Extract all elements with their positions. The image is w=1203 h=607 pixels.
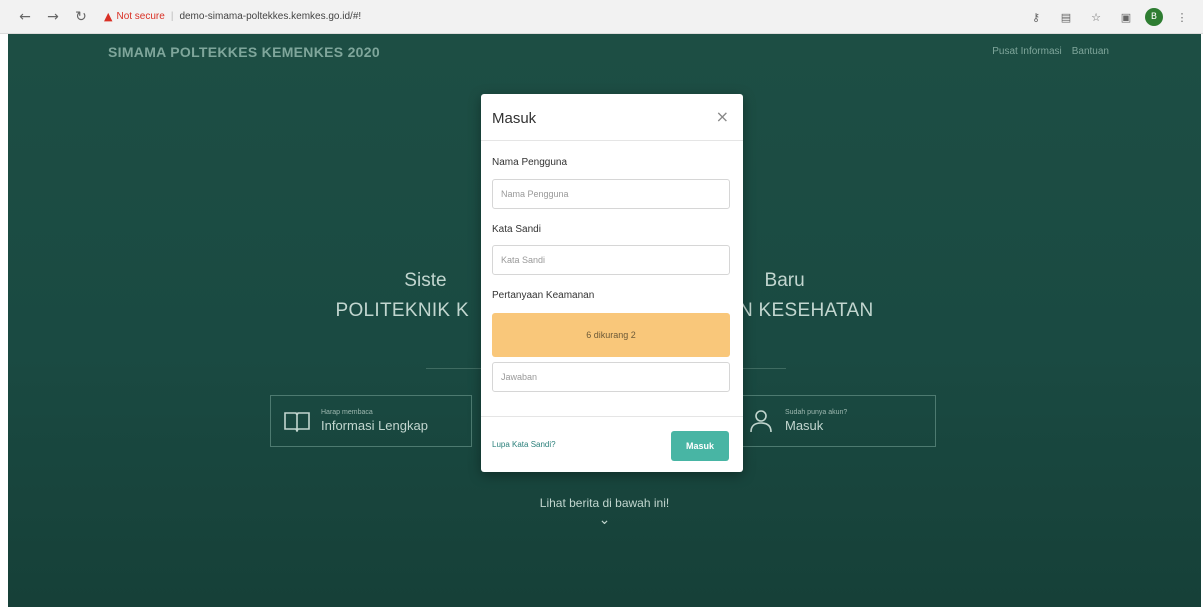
modal-footer: Lupa Kata Sandi? Masuk [481, 416, 743, 472]
login-submit-button[interactable]: Masuk [671, 431, 729, 461]
info-card-title: Informasi Lengkap [321, 418, 428, 433]
warning-icon: ▲ [104, 10, 113, 23]
answer-field[interactable] [492, 362, 730, 392]
more-menu-icon[interactable]: ⋮ [1171, 6, 1193, 28]
extension-icon[interactable]: ▣ [1115, 6, 1137, 28]
password-field[interactable] [492, 245, 730, 275]
reload-icon[interactable]: ↻ [70, 6, 92, 28]
arrow-left-icon[interactable]: ← [14, 6, 36, 28]
security-question-text: 6 dikurang 2 [586, 330, 636, 340]
book-icon [283, 409, 311, 433]
forgot-password-link[interactable]: Lupa Kata Sandi? [492, 440, 556, 449]
address-separator: | [170, 11, 174, 22]
username-field[interactable] [492, 179, 730, 209]
modal-title: Masuk [492, 110, 537, 127]
security-question-box: 6 dikurang 2 [492, 313, 730, 357]
news-prompt[interactable]: Lihat berita di bawah ini! [8, 496, 1201, 510]
page-background: SIMAMA POLTEKKES KEMENKES 2020 Pusat Inf… [8, 34, 1201, 607]
info-card[interactable]: Harap membaca Informasi Lengkap [270, 395, 472, 447]
hero-line1-left: Siste [404, 270, 447, 291]
key-icon[interactable]: ⚷ [1025, 6, 1047, 28]
hero-line1-right: Baru [764, 270, 805, 291]
url-text[interactable]: demo-simama-poltekkes.kemkes.go.id/#! [179, 11, 361, 22]
star-icon[interactable]: ☆ [1085, 6, 1107, 28]
login-modal: Masuk × Nama Pengguna Kata Sandi Pertany… [481, 94, 743, 472]
profile-avatar[interactable]: B [1145, 8, 1163, 26]
close-icon[interactable]: × [716, 107, 729, 126]
user-icon [747, 409, 775, 433]
hero-line2-right: N KESEHATAN [738, 300, 874, 321]
browser-toolbar: ← → ↻ ▲ Not secure | demo-simama-poltekk… [0, 0, 1203, 34]
chevron-down-icon[interactable]: ⌄ [8, 512, 1201, 528]
modal-header: Masuk × [481, 94, 743, 141]
password-label: Kata Sandi [492, 224, 541, 235]
login-card[interactable]: Sudah punya akun? Masuk [734, 395, 936, 447]
nav-link-pusat-informasi[interactable]: Pusat Informasi [992, 46, 1061, 57]
login-card-subtitle: Sudah punya akun? [785, 409, 848, 416]
info-card-subtitle: Harap membaca [321, 409, 373, 416]
arrow-right-icon[interactable]: → [42, 6, 64, 28]
translate-icon[interactable]: ▤ [1055, 6, 1077, 28]
hero-line2-left: POLITEKNIK K [335, 300, 469, 321]
login-card-title: Masuk [785, 418, 824, 433]
browser-actions: ⚷ ▤ ☆ ▣ B ⋮ [1017, 6, 1193, 28]
top-nav: Pusat Informasi Bantuan [992, 46, 1109, 57]
username-label: Nama Pengguna [492, 157, 568, 168]
site-brand[interactable]: SIMAMA POLTEKKES KEMENKES 2020 [108, 44, 380, 60]
address-bar[interactable]: ▲ Not secure | demo-simama-poltekkes.kem… [104, 5, 361, 29]
security-question-label: Pertanyaan Keamanan [492, 290, 595, 301]
security-status: Not secure [116, 11, 165, 22]
nav-link-bantuan[interactable]: Bantuan [1072, 46, 1109, 57]
